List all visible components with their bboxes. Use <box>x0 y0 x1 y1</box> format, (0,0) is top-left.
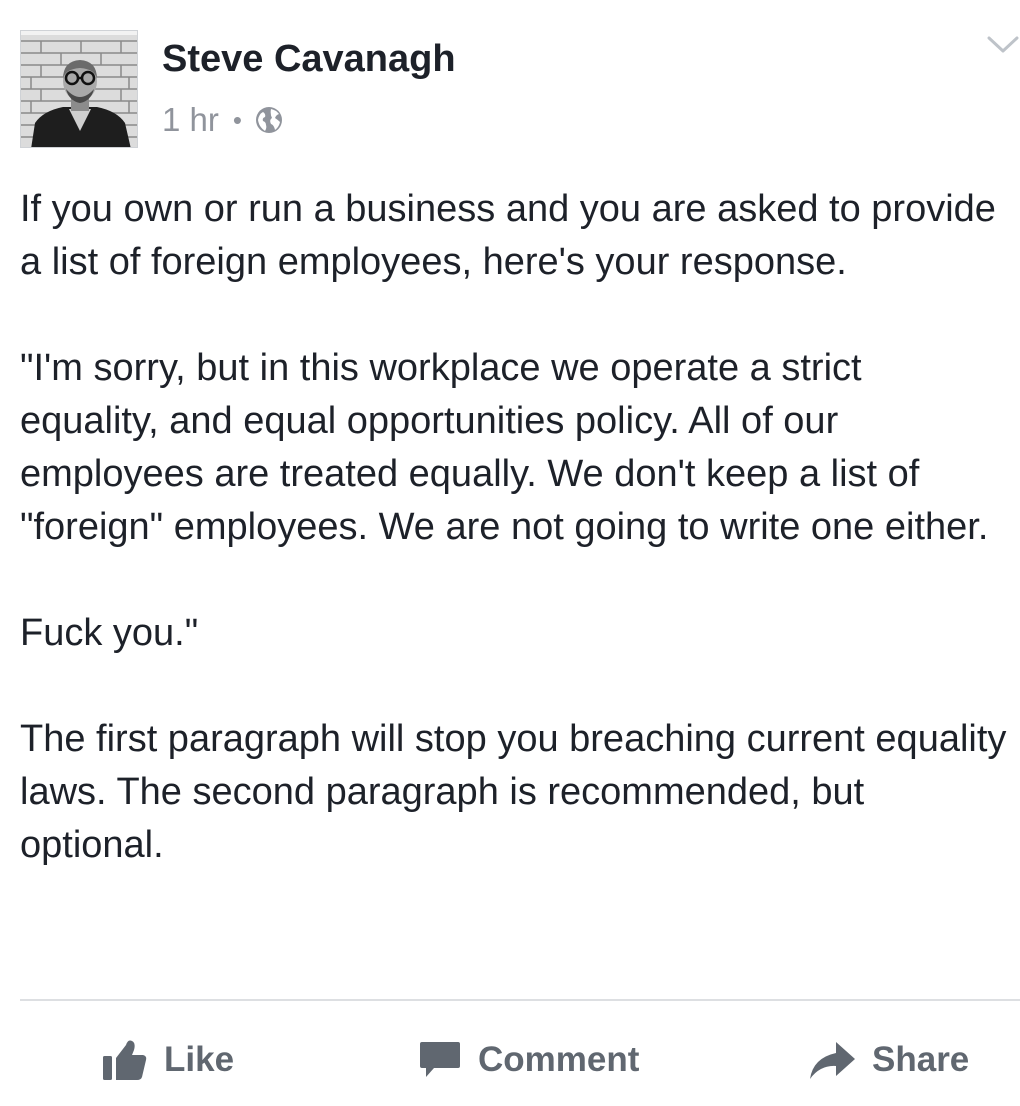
like-button[interactable]: Like <box>102 1030 234 1090</box>
post-timestamp[interactable]: 1 hr <box>162 101 219 139</box>
post-card: Steve Cavanagh 1 hr • If you own or run … <box>0 0 1020 1106</box>
comment-button[interactable]: Comment <box>418 1030 639 1090</box>
action-bar: Like Comment Share <box>0 1030 1020 1090</box>
post-paragraph-1: If you own or run a business and you are… <box>20 188 996 283</box>
share-label: Share <box>872 1040 970 1079</box>
avatar[interactable] <box>20 30 138 148</box>
thumbs-up-icon <box>102 1038 148 1082</box>
like-label: Like <box>164 1040 235 1079</box>
post-body: If you own or run a business and you are… <box>20 183 1010 872</box>
comment-label: Comment <box>478 1040 640 1079</box>
speech-bubble-icon <box>418 1038 462 1082</box>
chevron-down-icon[interactable] <box>986 34 1020 56</box>
post-paragraph-4: The first paragraph will stop you breach… <box>20 718 1007 866</box>
author-name[interactable]: Steve Cavanagh <box>162 38 456 81</box>
divider <box>20 999 1020 1001</box>
post-meta: 1 hr • <box>162 100 284 140</box>
globe-icon <box>254 105 284 135</box>
share-button[interactable]: Share <box>808 1030 969 1090</box>
avatar-photo <box>21 31 137 147</box>
meta-separator: • <box>232 104 242 135</box>
share-arrow-icon <box>808 1038 856 1082</box>
post-paragraph-2: "I'm sorry, but in this workplace we ope… <box>20 347 989 548</box>
post-paragraph-3: Fuck you." <box>20 612 199 654</box>
